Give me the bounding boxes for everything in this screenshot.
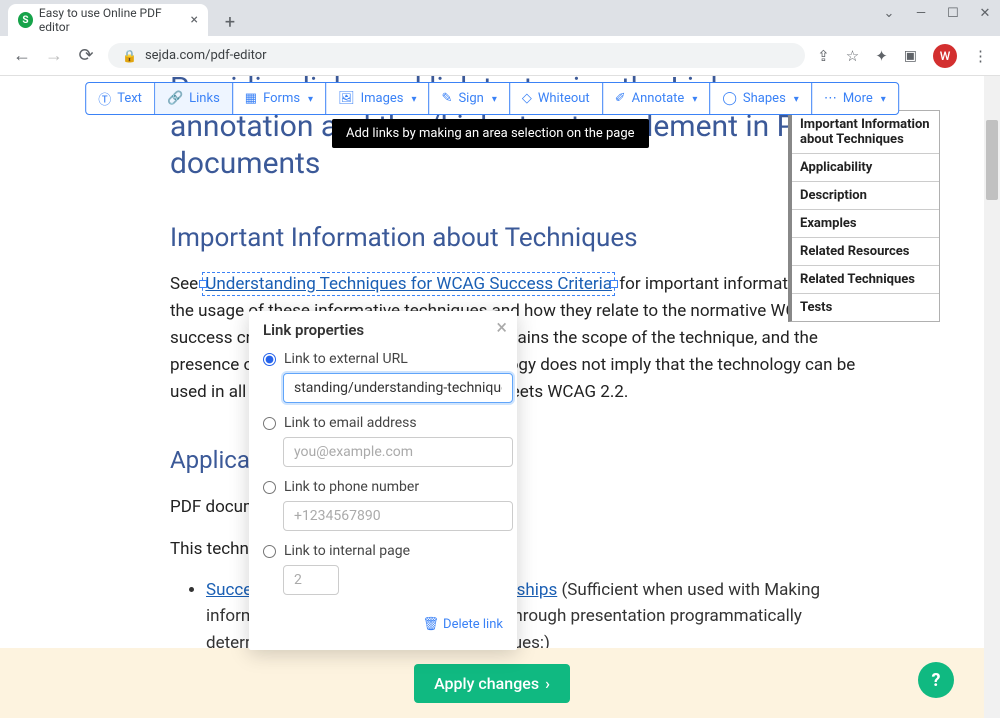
minimize-icon[interactable]: — <box>914 6 928 21</box>
apply-footer: Apply changes› <box>0 648 984 718</box>
close-window-icon[interactable]: ✕ <box>978 6 992 21</box>
toc-item[interactable]: Important Information about Techniques <box>792 111 939 154</box>
label-email: Link to email address <box>284 415 417 431</box>
tool-links[interactable]: 🔗Links <box>155 83 233 114</box>
browser-chrome: S Easy to use Online PDF editor × + ⌄ — … <box>0 0 1000 76</box>
input-phone[interactable] <box>283 501 513 531</box>
profile-avatar[interactable]: W <box>933 44 957 68</box>
apply-changes-button[interactable]: Apply changes› <box>414 664 570 703</box>
vertical-scrollbar[interactable] <box>984 76 1000 718</box>
toc-item[interactable]: Description <box>792 182 939 210</box>
label-internal-page: Link to internal page <box>284 543 410 559</box>
tool-sign[interactable]: ✎Sign <box>430 83 510 114</box>
popup-close-icon[interactable]: × <box>496 315 507 339</box>
toc-item[interactable]: Tests <box>792 294 939 321</box>
new-tab-button[interactable]: + <box>216 8 244 36</box>
radio-email[interactable] <box>263 417 276 430</box>
radio-external-url[interactable] <box>263 353 276 366</box>
doc-h2: Important Information about Techniques <box>170 223 870 253</box>
annotate-icon: ✐ <box>615 91 626 106</box>
address-bar: ← → ⟳ 🔒 sejda.com/pdf-editor ⇪ ☆ ✦ ▣ W ⋮ <box>0 36 1000 76</box>
reload-button[interactable]: ⟳ <box>76 45 96 66</box>
forward-button: → <box>44 45 64 66</box>
browser-tab[interactable]: S Easy to use Online PDF editor × <box>8 4 208 36</box>
input-email[interactable] <box>283 437 513 467</box>
tool-shapes[interactable]: ◯Shapes <box>710 83 811 114</box>
sign-icon: ✎ <box>442 91 453 106</box>
radio-internal-page[interactable] <box>263 545 276 558</box>
chevron-right-icon: › <box>545 674 550 693</box>
selected-link-text[interactable]: Understanding Techniques for WCAG Succes… <box>202 272 615 296</box>
url-text: sejda.com/pdf-editor <box>145 48 267 63</box>
url-field[interactable]: 🔒 sejda.com/pdf-editor <box>108 43 805 68</box>
tab-title: Easy to use Online PDF editor <box>39 6 185 34</box>
tool-text[interactable]: ⓉText <box>86 83 155 114</box>
lock-icon: 🔒 <box>122 49 137 63</box>
tool-images[interactable]: 🖼Images <box>326 83 429 114</box>
toc-item[interactable]: Related Resources <box>792 238 939 266</box>
label-phone: Link to phone number <box>284 479 419 495</box>
window-controls: ⌄ — ☐ ✕ <box>882 6 992 21</box>
label-external-url: Link to external URL <box>284 351 408 367</box>
tool-whiteout[interactable]: ◇Whiteout <box>510 83 603 114</box>
tool-annotate[interactable]: ✐Annotate <box>603 83 711 114</box>
toc-item[interactable]: Applicability <box>792 154 939 182</box>
tab-close-icon[interactable]: × <box>191 12 198 28</box>
extensions-icon[interactable]: ✦ <box>875 47 888 65</box>
tab-strip: S Easy to use Online PDF editor × + <box>0 0 1000 36</box>
chevron-down-icon[interactable]: ⌄ <box>882 6 896 21</box>
share-icon[interactable]: ⇪ <box>817 47 830 65</box>
pdf-editor-toolbar: ⓉText 🔗Links ▦Forms 🖼Images ✎Sign ◇White… <box>85 82 899 115</box>
forms-icon: ▦ <box>245 91 257 106</box>
toc-item[interactable]: Related Techniques <box>792 266 939 294</box>
whiteout-icon: ◇ <box>522 91 532 106</box>
more-icon: ⋯ <box>824 91 837 106</box>
tool-more[interactable]: ⋯More <box>812 83 898 114</box>
images-icon: 🖼 <box>338 91 355 106</box>
page-viewport: ⓉText 🔗Links ▦Forms 🖼Images ✎Sign ◇White… <box>0 76 1000 718</box>
link-properties-popup: × Link properties Link to external URL L… <box>249 311 517 650</box>
link-icon: 🔗 <box>167 91 183 106</box>
popup-title: Link properties <box>263 321 503 339</box>
table-of-contents: Important Information about Techniques A… <box>788 110 940 322</box>
bookmark-icon[interactable]: ☆ <box>846 47 859 65</box>
tool-forms[interactable]: ▦Forms <box>233 83 326 114</box>
toc-item[interactable]: Examples <box>792 210 939 238</box>
shapes-icon: ◯ <box>722 91 737 106</box>
incognito-icon[interactable]: ▣ <box>904 48 917 64</box>
site-favicon-icon: S <box>18 12 33 28</box>
input-external-url[interactable] <box>283 373 513 403</box>
input-internal-page[interactable] <box>283 565 339 595</box>
trash-icon: 🗑 <box>423 617 440 632</box>
help-button[interactable]: ? <box>918 662 954 698</box>
back-button[interactable]: ← <box>12 45 32 66</box>
text-icon: Ⓣ <box>98 89 111 108</box>
radio-phone[interactable] <box>263 481 276 494</box>
scrollbar-thumb[interactable] <box>986 120 998 200</box>
maximize-icon[interactable]: ☐ <box>946 6 960 21</box>
links-tooltip: Add links by making an area selection on… <box>332 119 649 148</box>
delete-link-button[interactable]: 🗑Delete link <box>263 617 503 632</box>
kebab-menu-icon[interactable]: ⋮ <box>973 47 988 65</box>
